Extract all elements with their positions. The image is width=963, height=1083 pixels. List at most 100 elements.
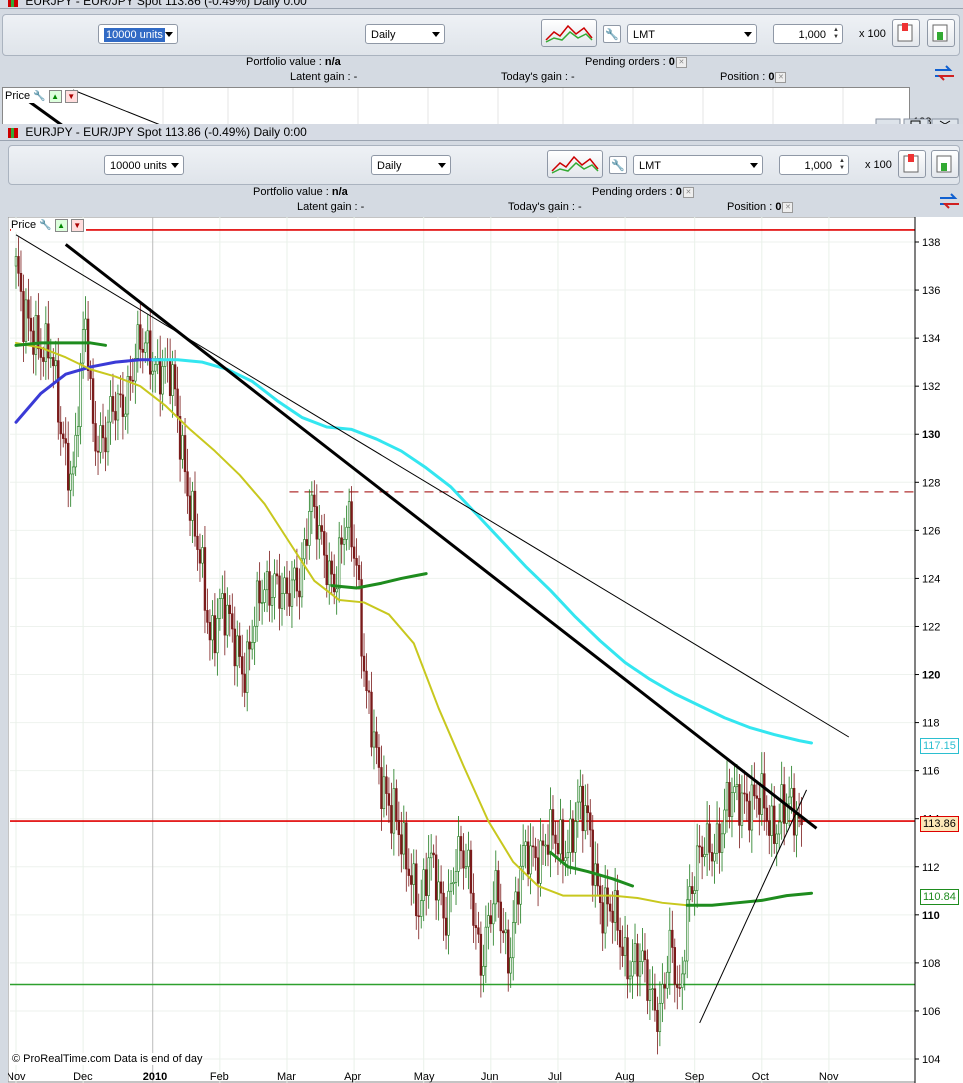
y-tick-label: 138: [922, 237, 940, 249]
candle-body: [489, 915, 493, 925]
candle-body: [618, 930, 622, 948]
candle-body: [382, 776, 386, 810]
candle-body: [452, 882, 455, 885]
candle-body: [268, 571, 271, 606]
candle-body: [581, 785, 585, 832]
back-wrench-button[interactable]: 🔧: [603, 25, 621, 43]
candle-body: [484, 926, 488, 967]
candle-body: [57, 360, 60, 423]
back-window-titlebar[interactable]: EURJPY - EUR/JPY Spot 113.86 (-0.49%) Da…: [0, 0, 963, 9]
y-tick-label: 104: [922, 1054, 940, 1066]
candle-body: [345, 526, 348, 540]
front-toolbar: 10000 units Daily 🔧 LMT 1,000 ▲ ▼ x 100: [8, 145, 960, 185]
candle-body: [541, 840, 545, 846]
candle-body: [760, 773, 764, 815]
back-units-select[interactable]: 10000 units: [98, 24, 178, 44]
candle-body: [295, 567, 299, 592]
candle-body: [454, 871, 458, 883]
candle-body: [149, 330, 152, 375]
candle-body: [236, 635, 239, 667]
y-tick-label: 112: [922, 862, 940, 874]
candle-body: [728, 782, 731, 817]
candle-body: [768, 820, 771, 836]
trend-thin-up-trend: [699, 789, 808, 1024]
front-quantity-stepper[interactable]: 1,000 ▲ ▼: [779, 155, 849, 175]
buy-order-icon: [903, 154, 919, 173]
candle-body: [111, 396, 115, 412]
front-units-select[interactable]: 10000 units: [104, 155, 184, 175]
back-swap-button[interactable]: [932, 62, 958, 84]
candle-body: [248, 641, 251, 650]
front-buy-button[interactable]: [898, 150, 926, 178]
back-buy-button[interactable]: [892, 19, 920, 47]
candle-body: [71, 466, 75, 475]
candle-body: [387, 793, 391, 806]
candle-body: [218, 598, 222, 619]
front-chart-tools-button[interactable]: [547, 150, 603, 178]
candle-body: [109, 396, 112, 423]
candle-body: [412, 863, 415, 885]
front-price-tab[interactable]: Price 🔧 ▲ ▼: [11, 219, 86, 232]
candle-body: [410, 875, 413, 885]
candle-body: [755, 795, 759, 799]
candle-body: [62, 433, 65, 439]
back-sell-button[interactable]: [927, 19, 955, 47]
front-order-type-select[interactable]: LMT: [633, 155, 763, 175]
front-wrench-button[interactable]: 🔧: [609, 156, 627, 174]
candle-body: [402, 822, 406, 855]
candle-body: [693, 890, 696, 894]
candle-body: [778, 821, 781, 835]
candle-body: [104, 437, 107, 453]
candle-body: [400, 834, 403, 855]
candle-body: [283, 577, 286, 594]
back-today: Today's gain : -: [501, 71, 575, 83]
front-sell-button[interactable]: [931, 150, 959, 178]
candle-body: [385, 776, 388, 794]
candle-body: [173, 364, 177, 390]
candle-body: [569, 818, 572, 853]
candle-body: [504, 929, 507, 934]
candle-body: [293, 567, 296, 581]
plot-frame: [8, 217, 916, 1083]
candle-body: [203, 547, 207, 611]
candle-body: [514, 891, 517, 923]
candle-body: [554, 834, 557, 844]
front-swap-button[interactable]: [937, 190, 963, 212]
back-order-type-select[interactable]: LMT: [627, 24, 757, 44]
candle-body: [335, 588, 338, 593]
candle-body: [770, 805, 773, 836]
candle-body: [735, 784, 739, 788]
front-window-titlebar[interactable]: EURJPY - EUR/JPY Spot 113.86 (-0.49%) Da…: [0, 124, 963, 141]
candle-body: [288, 593, 291, 607]
front-period-select[interactable]: Daily: [371, 155, 451, 175]
candle-body: [29, 317, 33, 332]
candle-body: [241, 656, 244, 675]
back-period-select[interactable]: Daily: [365, 24, 445, 44]
close-icon: ✕: [775, 71, 787, 83]
front-window-title: EURJPY - EUR/JPY Spot 113.86 (-0.49%) Da…: [25, 125, 307, 139]
wrench-icon: 🔧: [39, 220, 52, 231]
candle-body: [671, 929, 674, 948]
back-chart-tools-button[interactable]: [541, 19, 597, 47]
price-chart-svg[interactable]: 1041061081101121141161181201221241261281…: [8, 217, 963, 1083]
footer-note: © ProRealTime.com Data is end of day: [12, 1053, 203, 1065]
candle-body: [601, 902, 604, 934]
series-ma-cyan: [151, 358, 814, 745]
candle-body: [509, 957, 512, 974]
back-quantity-stepper[interactable]: 1,000 ▲ ▼: [773, 24, 843, 44]
candle-body: [763, 773, 766, 809]
candle-body: [745, 793, 749, 802]
front-pending: Pending orders : 0 ✕: [592, 186, 694, 198]
candle-body: [290, 579, 294, 607]
candle-body: [191, 490, 194, 521]
candle-body: [337, 537, 341, 590]
candle-body: [713, 852, 716, 862]
candle-body: [49, 357, 53, 359]
candle-body: [47, 323, 50, 359]
x-tick-label: Nov: [819, 1071, 839, 1083]
candle-body: [678, 987, 681, 989]
candle-body: [146, 330, 149, 344]
candle-body: [531, 845, 535, 848]
back-price-tab[interactable]: Price 🔧 ▲ ▼: [5, 90, 78, 103]
candle-body: [733, 786, 736, 794]
